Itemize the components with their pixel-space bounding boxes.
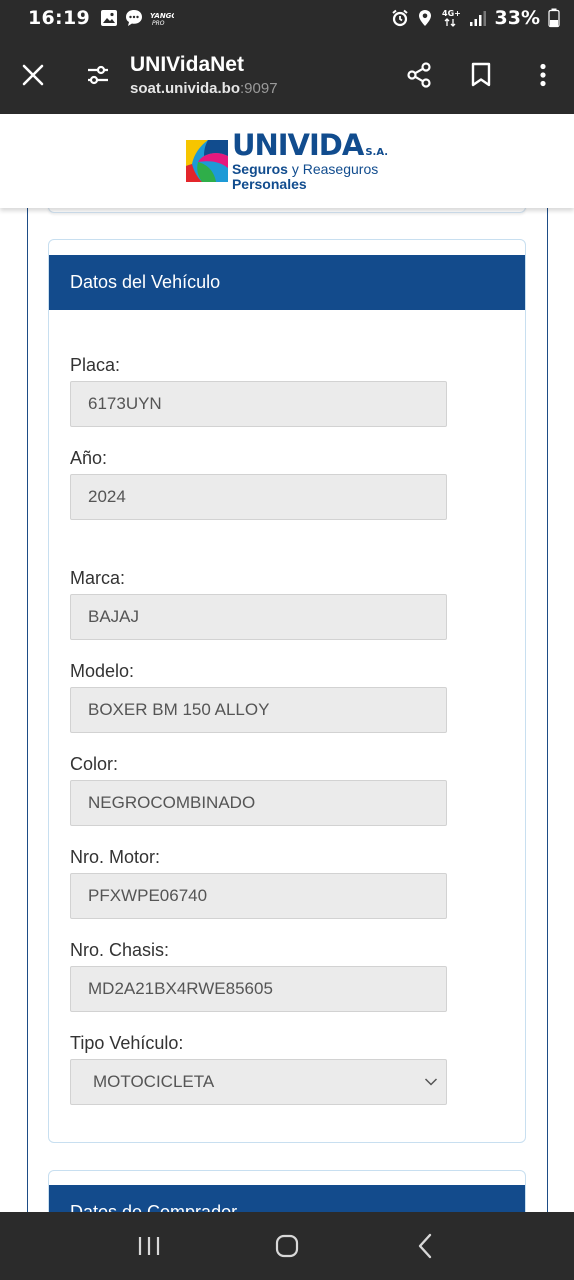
- close-icon: [22, 64, 44, 86]
- field-modelo: Modelo: BOXER BM 150 ALLOY: [70, 660, 447, 733]
- univida-logo-mark: [185, 140, 228, 182]
- site-settings-button[interactable]: [66, 36, 130, 114]
- field-label: Marca:: [70, 568, 126, 588]
- nro-chasis-input[interactable]: MD2A21BX4RWE85605: [70, 966, 447, 1012]
- modelo-input[interactable]: BOXER BM 150 ALLOY: [70, 687, 447, 733]
- url-port: :9097: [240, 80, 278, 97]
- color-input[interactable]: NEGROCOMBINADO: [70, 780, 447, 826]
- field-label: Año:: [70, 448, 108, 468]
- notification-icons: YANGOPRO: [100, 8, 174, 28]
- share-icon: [407, 62, 431, 88]
- battery-percent: 33%: [494, 7, 540, 29]
- field-label: Color:: [70, 754, 119, 774]
- bookmark-button[interactable]: [450, 36, 512, 114]
- status-time: 16:19: [28, 7, 90, 29]
- recent-apps-icon: [138, 1237, 160, 1255]
- field-placa: Placa: 6173UYN: [70, 354, 447, 427]
- chevron-down-icon: [424, 1078, 438, 1086]
- recent-apps-button[interactable]: [119, 1216, 179, 1276]
- site-header: UNIVIDA S.A. Seguros y Reaseguros Persona…: [0, 114, 574, 208]
- anio-input[interactable]: 2024: [70, 474, 447, 520]
- univida-logo[interactable]: UNIVIDA S.A. Seguros y Reaseguros Persona…: [185, 128, 389, 192]
- yango-pro-icon: YANGOPRO: [150, 12, 174, 26]
- back-icon: [418, 1233, 432, 1259]
- field-color: Color: NEGROCOMBINADO: [70, 753, 447, 826]
- signal-icon: [469, 11, 486, 26]
- logo-tagline-1: Seguros y Reaseguros: [231, 161, 379, 177]
- logo-brand: UNIVIDA S.A.: [231, 128, 389, 162]
- network-4g-icon: 4G+: [442, 9, 461, 27]
- tune-icon: [88, 65, 108, 85]
- page-title: UNIVidaNet: [130, 53, 244, 76]
- svg-text:YANGO: YANGO: [150, 12, 174, 20]
- field-marca: Marca: BAJAJ: [70, 567, 447, 640]
- bookmark-icon: [471, 62, 491, 87]
- page-content[interactable]: Datos del Vehículo Placa: 6173UYN Año: 2…: [0, 208, 574, 1212]
- field-anio: Año: 2024: [70, 447, 447, 520]
- field-label: Nro. Motor:: [70, 847, 161, 867]
- page-title-area: UNIVidaNet soat.univida.bo:9097: [130, 53, 388, 97]
- logo-tagline-2: Personales: [231, 176, 307, 192]
- gallery-icon: [100, 10, 117, 26]
- field-label: Placa:: [70, 355, 121, 375]
- status-bar: 16:19 YANGOPRO 4G+ 33%: [0, 0, 574, 36]
- placa-input[interactable]: 6173UYN: [70, 381, 447, 427]
- field-label: Tipo Vehículo:: [70, 1033, 184, 1053]
- browser-toolbar: UNIVidaNet soat.univida.bo:9097: [0, 36, 574, 114]
- nro-motor-input[interactable]: PFXWPE06740: [70, 873, 447, 919]
- tipo-vehiculo-select[interactable]: MOTOCICLETA: [70, 1059, 447, 1105]
- previous-card-edge: [48, 208, 526, 213]
- home-button[interactable]: [257, 1216, 317, 1276]
- field-label: Nro. Chasis:: [70, 940, 170, 960]
- chat-icon: [125, 10, 142, 26]
- field-label: Modelo:: [70, 661, 135, 681]
- battery-icon: [548, 8, 560, 28]
- field-nro-chasis: Nro. Chasis: MD2A21BX4RWE85605: [70, 939, 447, 1012]
- marca-input[interactable]: BAJAJ: [70, 594, 447, 640]
- location-icon: [418, 10, 431, 26]
- buyer-data-card: Datos de Comprador: [48, 1170, 526, 1212]
- field-nro-motor: Nro. Motor: PFXWPE06740: [70, 846, 447, 919]
- page-url: soat.univida.bo:9097: [130, 80, 388, 97]
- home-icon: [275, 1234, 299, 1258]
- tipo-vehiculo-value: MOTOCICLETA: [93, 1072, 215, 1091]
- field-tipo-vehiculo: Tipo Vehículo: MOTOCICLETA: [70, 1032, 447, 1105]
- more-options-button[interactable]: [512, 36, 574, 114]
- alarm-icon: [391, 9, 408, 27]
- more-vert-icon: [540, 63, 546, 87]
- share-button[interactable]: [388, 36, 450, 114]
- vehicle-data-card: Datos del Vehículo Placa: 6173UYN Año: 2…: [48, 239, 526, 1143]
- system-navigation-bar: [0, 1212, 574, 1280]
- close-tab-button[interactable]: [0, 36, 66, 114]
- buyer-section-title: Datos de Comprador: [49, 1185, 525, 1212]
- vehicle-section-title: Datos del Vehículo: [49, 255, 525, 310]
- back-button[interactable]: [395, 1216, 455, 1276]
- svg-text:4G+: 4G+: [442, 9, 461, 18]
- url-host: soat.univida.bo: [130, 80, 241, 97]
- svg-text:PRO: PRO: [152, 20, 165, 26]
